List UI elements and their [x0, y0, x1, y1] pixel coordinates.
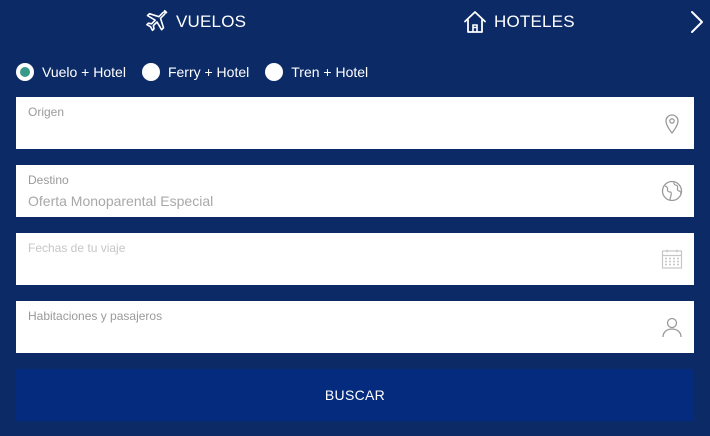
radio-button-checked[interactable] — [16, 63, 34, 81]
house-icon — [464, 11, 486, 33]
radio-button[interactable] — [141, 63, 160, 81]
origin-field[interactable]: Origen — [16, 97, 694, 149]
rooms-passengers-input[interactable] — [28, 327, 648, 347]
radio-tren-hotel[interactable]: Tren + Hotel — [265, 63, 368, 81]
tab-flights-label: VUELOS — [176, 12, 247, 31]
dates-field[interactable]: Fechas de tu viaje — [16, 233, 694, 285]
rooms-passengers-field[interactable]: Habitaciones y pasajeros — [16, 301, 694, 353]
destination-input[interactable] — [28, 191, 648, 211]
rooms-passengers-label: Habitaciones y pasajeros — [28, 309, 163, 323]
tab-flights[interactable]: VUELOS — [144, 8, 246, 36]
globe-icon — [661, 180, 683, 202]
radio-label: Vuelo + Hotel — [42, 64, 126, 80]
radio-vuelo-hotel[interactable]: Vuelo + Hotel — [16, 63, 126, 81]
trip-type-radio-group: Vuelo + Hotel Ferry + Hotel Tren + Hotel — [16, 61, 384, 83]
product-tabs: VUELOS HOTELES — [0, 0, 710, 44]
dates-label: Fechas de tu viaje — [28, 241, 126, 255]
radio-ferry-hotel[interactable]: Ferry + Hotel — [141, 63, 250, 81]
destination-label: Destino — [28, 173, 69, 187]
radio-button[interactable] — [265, 63, 284, 81]
airplane-icon — [146, 9, 168, 32]
origin-input[interactable] — [28, 123, 648, 143]
user-icon — [662, 317, 682, 338]
search-button[interactable]: BUSCAR — [16, 369, 694, 421]
calendar-icon — [661, 249, 683, 269]
radio-label: Tren + Hotel — [291, 64, 369, 80]
chevron-right-icon[interactable] — [690, 10, 704, 34]
origin-label: Origen — [28, 105, 65, 119]
tab-hotels[interactable]: HOTELES — [462, 8, 575, 36]
destination-field[interactable]: Destino — [16, 165, 694, 217]
map-pin-icon — [665, 114, 679, 135]
tab-hotels-label: HOTELES — [494, 12, 575, 31]
dates-input[interactable] — [28, 259, 648, 279]
radio-label: Ferry + Hotel — [167, 64, 250, 80]
